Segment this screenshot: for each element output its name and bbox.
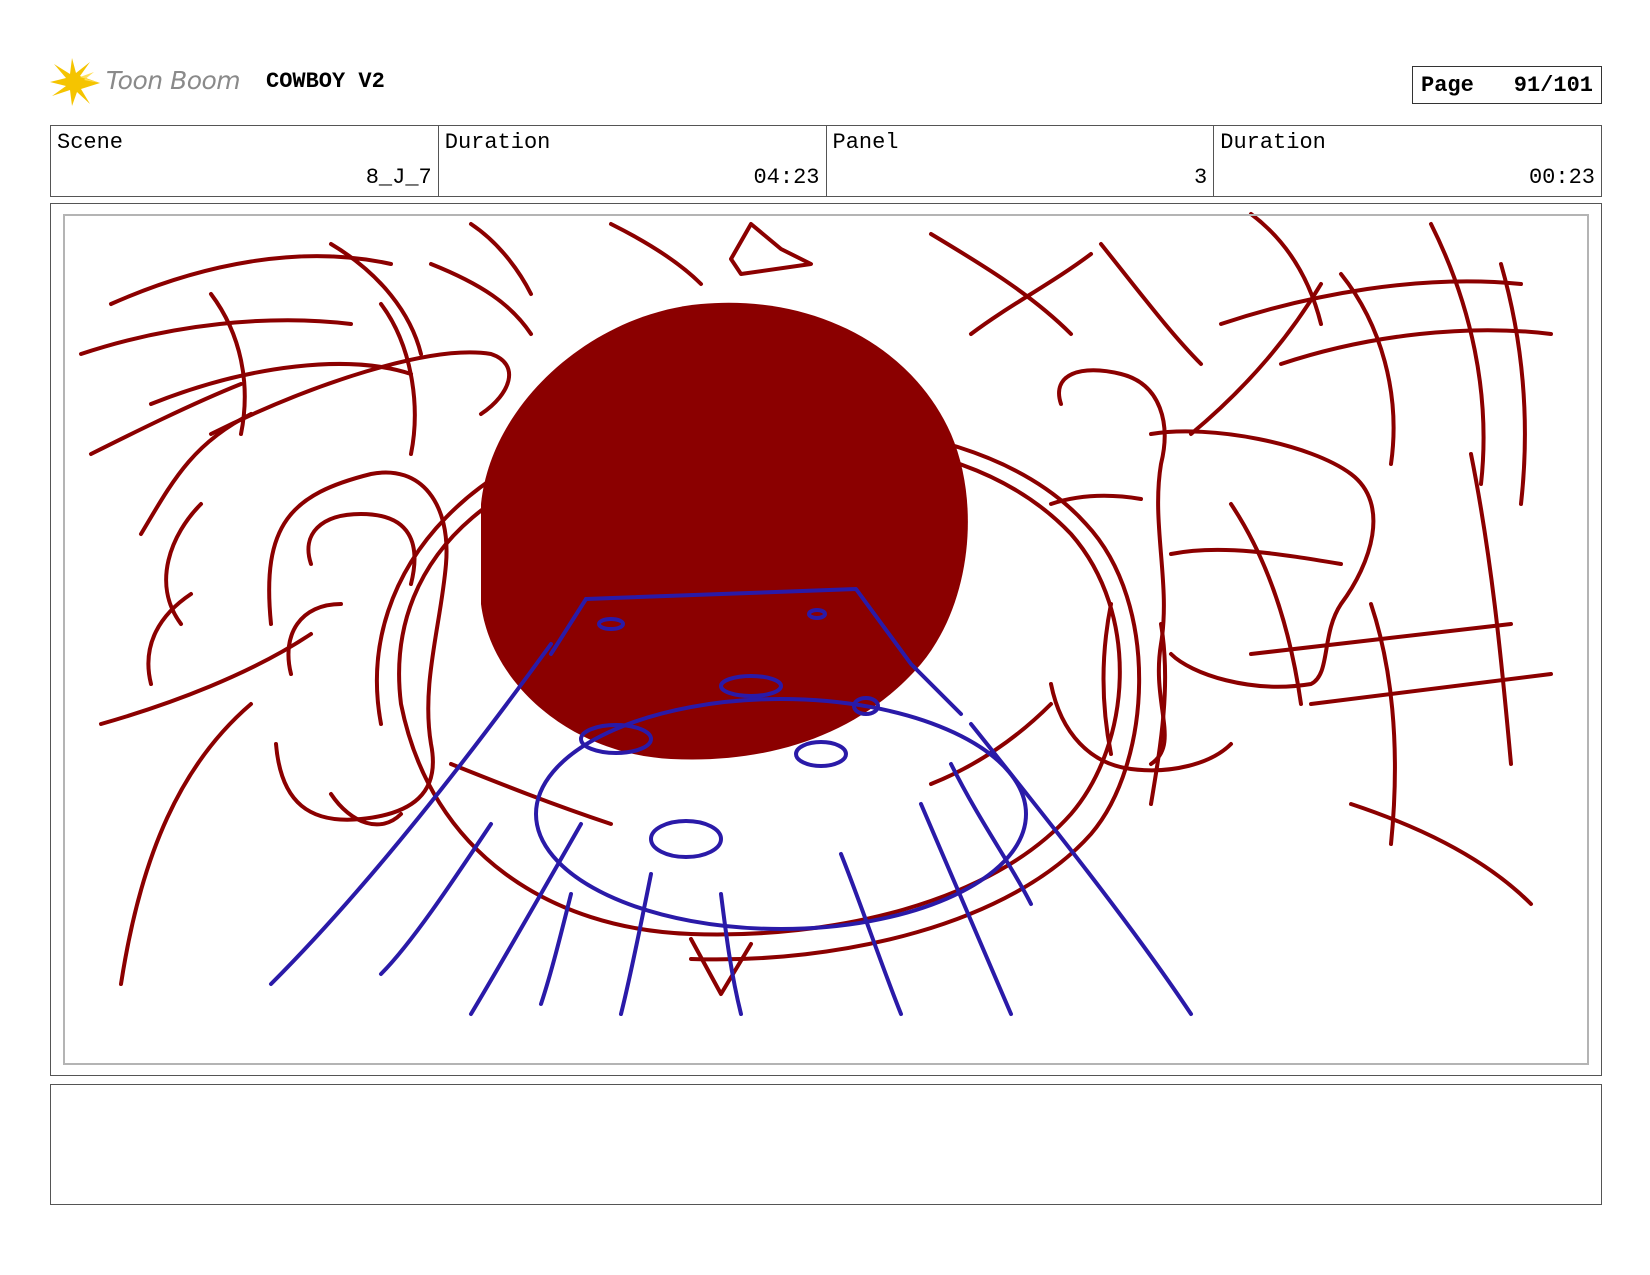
page-indicator: Page 91/101 [1412,66,1602,104]
panel-duration-value: 00:23 [1528,165,1595,190]
toon-boom-star-icon [50,58,100,106]
logo-text: Toon Boom [106,66,241,95]
page-number: 91/101 [1513,72,1593,98]
page-header: Toon Boom COWBOY V2 Page 91/101 [50,58,1602,108]
project-title: COWBOY V2 [266,69,385,94]
storyboard-panel [50,203,1602,1076]
panel-label: Panel [832,130,899,155]
panel-duration-cell: Duration 00:23 [1214,126,1601,196]
panel-duration-label: Duration [1220,130,1326,155]
panel-notes[interactable] [50,1084,1602,1205]
scene-info-table: Scene 8_J_7 Duration 04:23 Panel 3 Durat… [50,125,1602,197]
scene-label: Scene [57,130,124,155]
scene-duration-value: 04:23 [753,165,820,190]
scene-value: 8_J_7 [365,165,432,190]
scene-duration-cell: Duration 04:23 [439,126,827,196]
panel-value: 3 [1194,165,1208,190]
page-label: Page [1421,72,1474,98]
scene-cell: Scene 8_J_7 [51,126,439,196]
panel-cell: Panel 3 [827,126,1215,196]
toon-boom-logo: Toon Boom [50,58,250,108]
scene-duration-label: Duration [444,130,551,155]
panel-sketch [79,212,1553,1016]
